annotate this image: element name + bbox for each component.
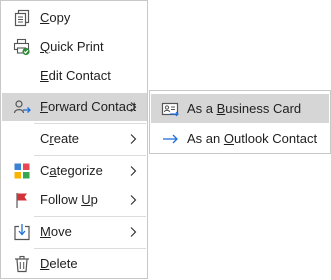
menu-item-label: Categorize xyxy=(40,163,103,178)
delete-icon xyxy=(13,255,31,273)
chevron-right-icon xyxy=(128,101,138,113)
menu-item-label: Create xyxy=(40,131,80,146)
menu-item-quick-print[interactable]: Quick Print xyxy=(2,33,147,61)
copy-icon xyxy=(13,9,31,27)
menu-item-move[interactable]: Move xyxy=(2,218,147,246)
menu-item-forward-contact[interactable]: Forward Contact xyxy=(2,93,147,121)
chevron-right-icon xyxy=(128,194,138,206)
arrow-right-icon xyxy=(161,130,179,148)
menu-separator xyxy=(34,123,146,124)
menu-item-label: Forward Contact xyxy=(40,99,137,114)
menu-item-label: Quick Print xyxy=(40,39,104,54)
submenu-item-label: As an Outlook Contact xyxy=(187,131,318,146)
quick-print-icon xyxy=(13,38,31,56)
menu-item-label: Copy xyxy=(40,10,71,25)
move-icon xyxy=(13,223,31,241)
chevron-right-icon xyxy=(128,133,138,145)
chevron-right-icon xyxy=(128,165,138,177)
menu-item-categorize[interactable]: Categorize xyxy=(2,157,147,185)
menu-item-follow-up[interactable]: Follow Up xyxy=(2,186,147,214)
forward-contact-icon xyxy=(13,98,31,116)
menu-separator xyxy=(34,216,146,217)
menu-item-delete[interactable]: Delete xyxy=(2,250,147,278)
submenu-item-outlook-contact[interactable]: As an Outlook Contact xyxy=(151,124,329,153)
flag-icon xyxy=(13,191,31,209)
menu-item-label: Follow Up xyxy=(40,192,98,207)
menu-item-label: Delete xyxy=(40,256,78,271)
chevron-right-icon xyxy=(128,226,138,238)
submenu-item-label: As a Business Card xyxy=(187,101,302,116)
menu-item-create[interactable]: Create xyxy=(2,125,147,153)
menu-separator xyxy=(34,155,146,156)
context-menu-stage: Copy Quick Print Edit Contact Forward Co… xyxy=(0,0,331,280)
forward-contact-submenu: As a Business Card As an Outlook Contact xyxy=(149,90,331,154)
menu-separator xyxy=(34,248,146,249)
menu-item-copy[interactable]: Copy xyxy=(2,4,147,32)
submenu-item-business-card[interactable]: As a Business Card xyxy=(151,94,329,123)
business-card-icon xyxy=(161,100,179,118)
categorize-icon xyxy=(13,162,31,180)
menu-item-label: Edit Contact xyxy=(40,68,111,83)
menu-item-edit-contact[interactable]: Edit Contact xyxy=(2,62,147,90)
contact-context-menu: Copy Quick Print Edit Contact Forward Co… xyxy=(0,0,148,279)
menu-item-label: Move xyxy=(40,224,72,239)
